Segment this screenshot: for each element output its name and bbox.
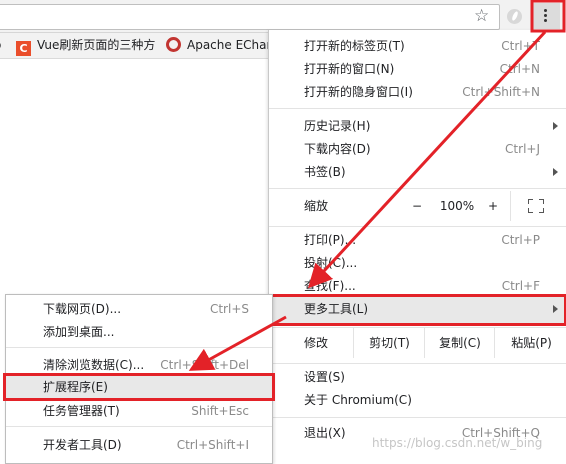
more-tools-submenu: 下载网页(D)... Ctrl+S 添加到桌面... 清除浏览数据(C)... … xyxy=(3,294,275,464)
menu-item-shortcut: Shift+Esc xyxy=(191,404,249,418)
menu-item-label: 历史记录(H) xyxy=(304,119,371,133)
menu-item-label: 关于 Chromium(C) xyxy=(304,393,412,407)
csdn-favicon-icon: C xyxy=(16,41,31,56)
submenu-item-task-manager[interactable]: 任务管理器(T) Shift+Esc xyxy=(6,400,272,422)
menu-item-shortcut: Ctrl+T xyxy=(501,39,540,53)
submenu-arrow-icon xyxy=(553,168,558,176)
submenu-arrow-icon xyxy=(553,122,558,130)
menu-item-shortcut: Ctrl+N xyxy=(499,62,540,76)
zoom-in-button[interactable]: + xyxy=(479,191,507,221)
menu-item-label: 投射(C)... xyxy=(304,256,358,270)
vertical-dots-icon-middle xyxy=(544,14,547,17)
watermark-text: https://blog.csdn.net/w_bing xyxy=(372,436,543,450)
menu-item-label: 退出(X) xyxy=(304,426,346,440)
submenu-item-add-to-desktop[interactable]: 添加到桌面... xyxy=(6,321,272,343)
zoom-label: 缩放 xyxy=(304,199,329,213)
paste-button[interactable]: 粘贴(P) xyxy=(494,328,566,358)
menu-item-label: 扩展程序(E) xyxy=(43,380,108,394)
submenu-item-extensions[interactable]: 扩展程序(E) xyxy=(3,373,275,401)
browser-toolbar: ☆ xyxy=(0,0,566,33)
menu-item-label: 打开新的隐身窗口(I) xyxy=(304,85,413,99)
submenu-item-save-page[interactable]: 下载网页(D)... Ctrl+S xyxy=(6,298,272,320)
menu-item-shortcut: Ctrl+J xyxy=(505,142,540,156)
menu-item-new-window[interactable]: 打开新的窗口(N) Ctrl+N xyxy=(269,58,566,80)
menu-item-more-tools[interactable]: 更多工具(L) xyxy=(269,294,566,326)
menu-item-label: 打开新的窗口(N) xyxy=(304,62,395,76)
zoom-out-button[interactable]: − xyxy=(399,191,435,221)
chrome-main-menu: 打开新的标签页(T) Ctrl+T 打开新的窗口(N) Ctrl+N 打开新的隐… xyxy=(268,30,566,464)
vertical-dots-icon-bottom xyxy=(544,19,547,22)
menu-item-label: 下载网页(D)... xyxy=(43,302,122,316)
menu-item-settings[interactable]: 设置(S) xyxy=(269,366,566,388)
address-bar[interactable] xyxy=(0,4,500,30)
copy-button[interactable]: 复制(C) xyxy=(424,328,495,358)
menu-divider xyxy=(269,417,566,418)
menu-item-label: 任务管理器(T) xyxy=(43,404,120,418)
extension-icon[interactable] xyxy=(507,9,522,24)
menu-item-new-tab[interactable]: 打开新的标签页(T) Ctrl+T xyxy=(269,35,566,57)
edit-row: 修改 剪切(T) 复制(C) 粘贴(P) xyxy=(269,328,566,358)
bookmark-label: Vue刷新页面的三种方 xyxy=(37,38,156,52)
submenu-item-developer-tools[interactable]: 开发者工具(D) Ctrl+Shift+I xyxy=(6,434,272,456)
zoom-level: 100% xyxy=(439,199,475,213)
bookmark-label: Apache EChar xyxy=(187,38,272,52)
menu-divider xyxy=(269,188,566,189)
menu-item-label: 开发者工具(D) xyxy=(43,438,122,452)
menu-item-about[interactable]: 关于 Chromium(C) xyxy=(269,389,566,411)
menu-item-shortcut: Ctrl+Shift+I xyxy=(176,438,249,452)
bookmark-overflow-item[interactable]: o xyxy=(0,37,1,54)
echarts-favicon-icon xyxy=(166,37,181,52)
menu-item-bookmarks[interactable]: 书签(B) xyxy=(269,161,566,183)
menu-item-shortcut: Ctrl+P xyxy=(501,233,540,247)
menu-item-label: 打开新的标签页(T) xyxy=(304,39,405,53)
menu-item-label: 更多工具(L) xyxy=(304,302,369,316)
menu-item-new-incognito-window[interactable]: 打开新的隐身窗口(I) Ctrl+Shift+N xyxy=(269,81,566,103)
menu-item-label: 设置(S) xyxy=(304,370,345,384)
menu-divider xyxy=(6,426,272,427)
menu-item-label: 书签(B) xyxy=(304,165,346,179)
vertical-dots-icon xyxy=(544,9,547,12)
menu-item-history[interactable]: 历史记录(H) xyxy=(269,115,566,137)
star-icon[interactable]: ☆ xyxy=(474,6,489,26)
fullscreen-icon xyxy=(528,199,544,213)
menu-divider xyxy=(269,226,566,227)
menu-divider xyxy=(269,363,566,364)
menu-item-downloads[interactable]: 下载内容(D) Ctrl+J xyxy=(269,138,566,160)
menu-item-label: 下载内容(D) xyxy=(304,142,371,156)
chrome-menu-button[interactable] xyxy=(532,3,560,29)
menu-divider xyxy=(269,108,566,109)
zoom-row: 缩放 − 100% + xyxy=(269,191,566,221)
cut-button[interactable]: 剪切(T) xyxy=(353,328,425,358)
menu-item-cast[interactable]: 投射(C)... xyxy=(269,252,566,274)
menu-divider xyxy=(6,347,272,348)
edit-label: 修改 xyxy=(304,336,329,350)
menu-item-print[interactable]: 打印(P)... Ctrl+P xyxy=(269,229,566,251)
submenu-arrow-icon xyxy=(553,305,558,313)
menu-item-label: 添加到桌面... xyxy=(43,325,115,339)
bookmark-vue-refresh[interactable]: C Vue刷新页面的三种方 xyxy=(16,37,156,56)
bookmark-apache-echarts[interactable]: Apache EChar xyxy=(166,37,271,54)
menu-item-shortcut: Ctrl+S xyxy=(209,302,249,316)
menu-item-shortcut: Ctrl+Shift+N xyxy=(462,85,540,99)
menu-item-label: 打印(P)... xyxy=(304,233,357,247)
